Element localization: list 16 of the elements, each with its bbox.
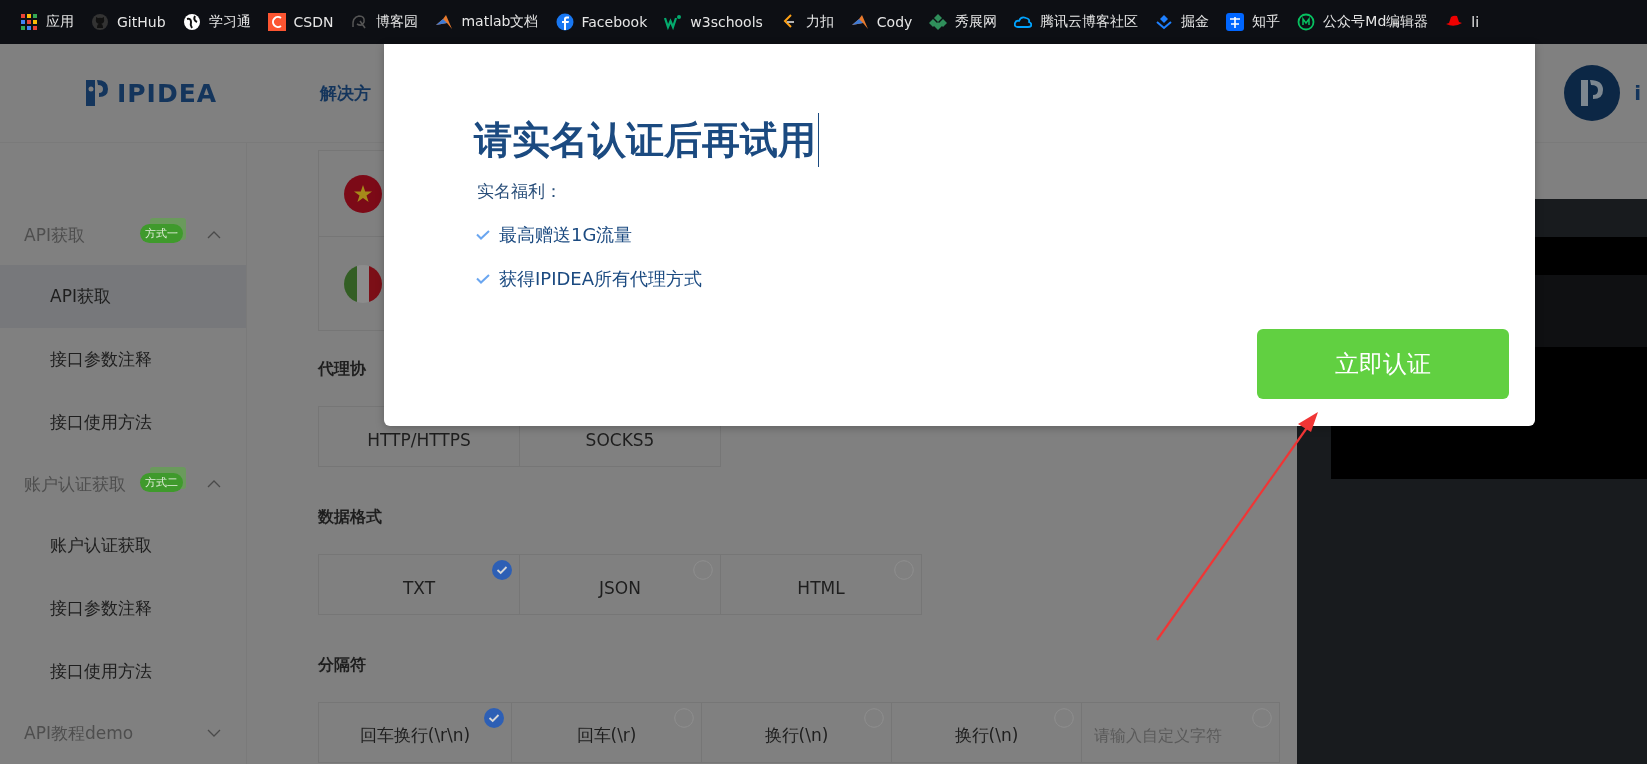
section-title: 分隔符 [318,654,367,676]
option-label: TXT [402,577,436,598]
section-title: 代理协 [318,358,367,380]
option-label: 换行(\n) [764,724,829,747]
benefit-text: 获得IPIDEA所有代理方式 [499,267,703,291]
option-label: 回车换行(\r\n) [359,724,471,747]
benefit-text: 最高赠送1G流量 [499,223,633,247]
option-label: HTML [797,577,845,598]
section-title: 数据格式 [318,506,383,528]
option-label: HTTP/HTTPS [367,429,471,450]
option-label: JSON [599,577,641,598]
option-label: 回车(\r) [576,724,637,747]
option-label: SOCKS5 [585,429,655,450]
dialog-title: 请实名认证后再试用 [474,117,816,164]
option-label: 换行(\n) [954,724,1019,747]
benefits-heading: 实名福利： [477,180,563,203]
